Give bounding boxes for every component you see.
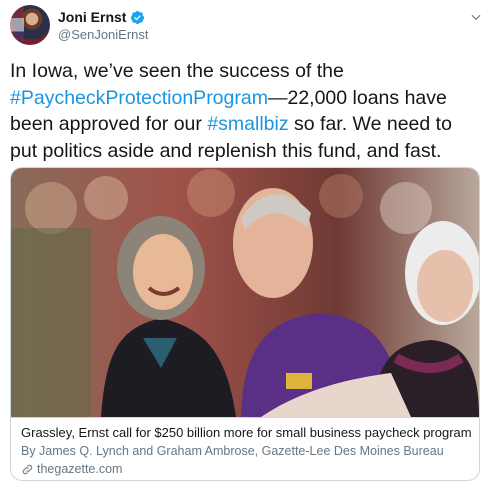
display-name[interactable]: Joni Ernst [58, 9, 126, 25]
link-icon [22, 464, 33, 475]
card-domain: thegazette.com [37, 462, 123, 476]
card-domain-row[interactable]: thegazette.com [21, 461, 469, 478]
card-photo[interactable] [11, 168, 479, 417]
link-card[interactable]: Grassley, Ernst call for $250 billion mo… [10, 167, 480, 481]
verified-badge-icon [131, 10, 145, 24]
tweet-text: In Iowa, we’ve seen the success of the #… [10, 58, 480, 164]
author-name-row[interactable]: Joni Ernst [58, 9, 145, 25]
tweet-text-part1: In Iowa, we’ve seen the success of the [10, 60, 344, 82]
card-title[interactable]: Grassley, Ernst call for $250 billion mo… [21, 424, 472, 441]
avatar-flag [10, 5, 24, 45]
hashtag-smallbiz[interactable]: #smallbiz [207, 113, 288, 135]
card-photo-illustration [11, 168, 479, 417]
handle[interactable]: @SenJoniErnst [58, 27, 149, 42]
avatar[interactable] [10, 5, 50, 45]
chevron-down-icon[interactable] [469, 10, 483, 24]
card-meta[interactable]: Grassley, Ernst call for $250 billion mo… [11, 417, 479, 480]
hashtag-paycheck-protection-program[interactable]: #PaycheckProtectionProgram [10, 87, 268, 109]
card-description: By James Q. Lynch and Graham Ambrose, Ga… [21, 444, 444, 458]
tweet[interactable]: Joni Ernst @SenJoniErnst In Iowa, we’ve … [0, 0, 493, 496]
